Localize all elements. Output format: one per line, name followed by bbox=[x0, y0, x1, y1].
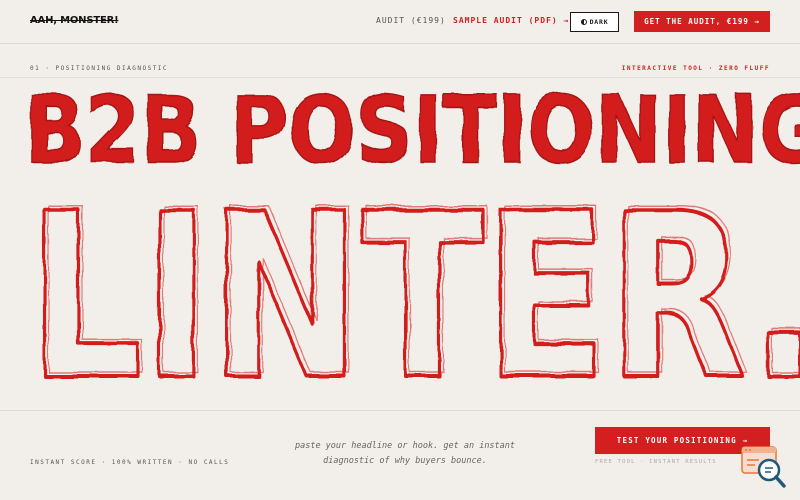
tagline-line1: paste your headline or hook. get an inst… bbox=[294, 441, 516, 451]
dark-mode-toggle[interactable]: DARK bbox=[570, 12, 619, 32]
feature-list: INSTANT SCORE · 100% WRITTEN · NO CALLS bbox=[30, 459, 230, 466]
tagline: paste your headline or hook. get an inst… bbox=[290, 439, 520, 469]
hero-title-line2-echo: LINTER. bbox=[32, 160, 800, 410]
top-nav: AAH, MONSTER! AUDIT (€199) SAMPLE AUDIT … bbox=[0, 0, 800, 44]
tool-badge: INTERACTIVE TOOL · ZERO FLUFF bbox=[621, 65, 770, 72]
search-chat-widget-icon bbox=[741, 446, 786, 488]
half-moon-icon bbox=[580, 19, 587, 25]
hero-section: B2B POSITIONING LINTER. LINTER. bbox=[0, 78, 800, 410]
section-subheader: 01 · POSITIONING DIAGNOSTIC INTERACTIVE … bbox=[0, 44, 800, 78]
bottom-bar: INSTANT SCORE · 100% WRITTEN · NO CALLS … bbox=[0, 410, 800, 500]
brand-logo[interactable]: AAH, MONSTER! bbox=[30, 15, 119, 26]
audit-price-link[interactable]: AUDIT (€199) bbox=[376, 16, 446, 25]
section-label: 01 · POSITIONING DIAGNOSTIC bbox=[30, 65, 169, 72]
sample-audit-link[interactable]: SAMPLE AUDIT (PDF) → bbox=[453, 16, 569, 25]
tagline-line2: diagnostic of why buyers bounce. bbox=[323, 456, 487, 466]
search-chat-widget[interactable] bbox=[741, 446, 791, 490]
get-audit-button[interactable]: GET THE AUDIT, €199 → bbox=[634, 11, 770, 32]
hero-headline-art: B2B POSITIONING LINTER. LINTER. bbox=[23, 78, 800, 410]
cta-note: FREE TOOL · INSTANT RESULTS bbox=[595, 459, 717, 465]
dark-mode-label: DARK bbox=[589, 18, 609, 26]
